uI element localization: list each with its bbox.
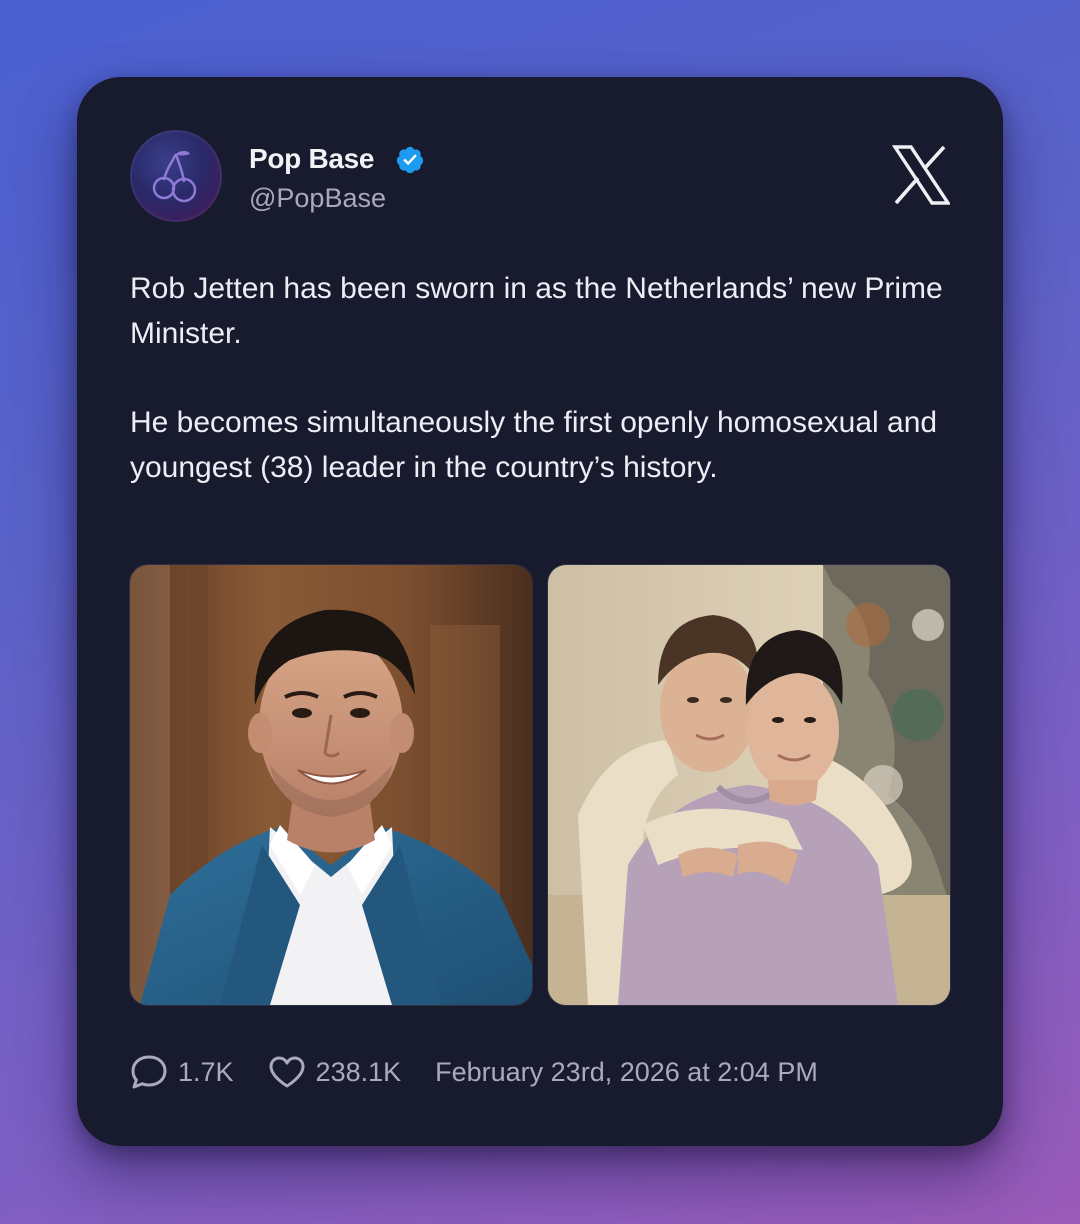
post-image-couple[interactable] <box>548 565 950 1005</box>
author-name[interactable]: Pop Base <box>249 143 375 175</box>
post-paragraph: Rob Jetten has been sworn in as the Neth… <box>130 272 943 350</box>
x-logo-icon[interactable] <box>892 145 950 205</box>
post-stats: 1.7K 238.1K February 23rd, 2026 at 2:04 … <box>130 1052 818 1092</box>
reply-button[interactable]: 1.7K <box>130 1054 234 1090</box>
heart-icon <box>269 1056 305 1088</box>
like-count: 238.1K <box>315 1056 402 1087</box>
verified-badge-icon <box>396 146 424 174</box>
avatar[interactable] <box>130 130 222 222</box>
like-button[interactable]: 238.1K <box>268 1055 402 1089</box>
post-paragraph: He becomes simultaneously the first open… <box>130 406 938 484</box>
author-handle[interactable]: @PopBase <box>249 183 386 214</box>
post-card: Pop Base @PopBase Rob Jetten has been sw… <box>77 77 1003 1146</box>
post-text: Rob Jetten has been sworn in as the Neth… <box>130 267 970 490</box>
post-timestamp[interactable]: February 23rd, 2026 at 2:04 PM <box>435 1057 818 1088</box>
post-image-portrait[interactable] <box>130 565 532 1005</box>
comment-icon <box>131 1055 167 1089</box>
cherry-icon <box>152 151 197 203</box>
reply-count: 1.7K <box>178 1056 234 1087</box>
